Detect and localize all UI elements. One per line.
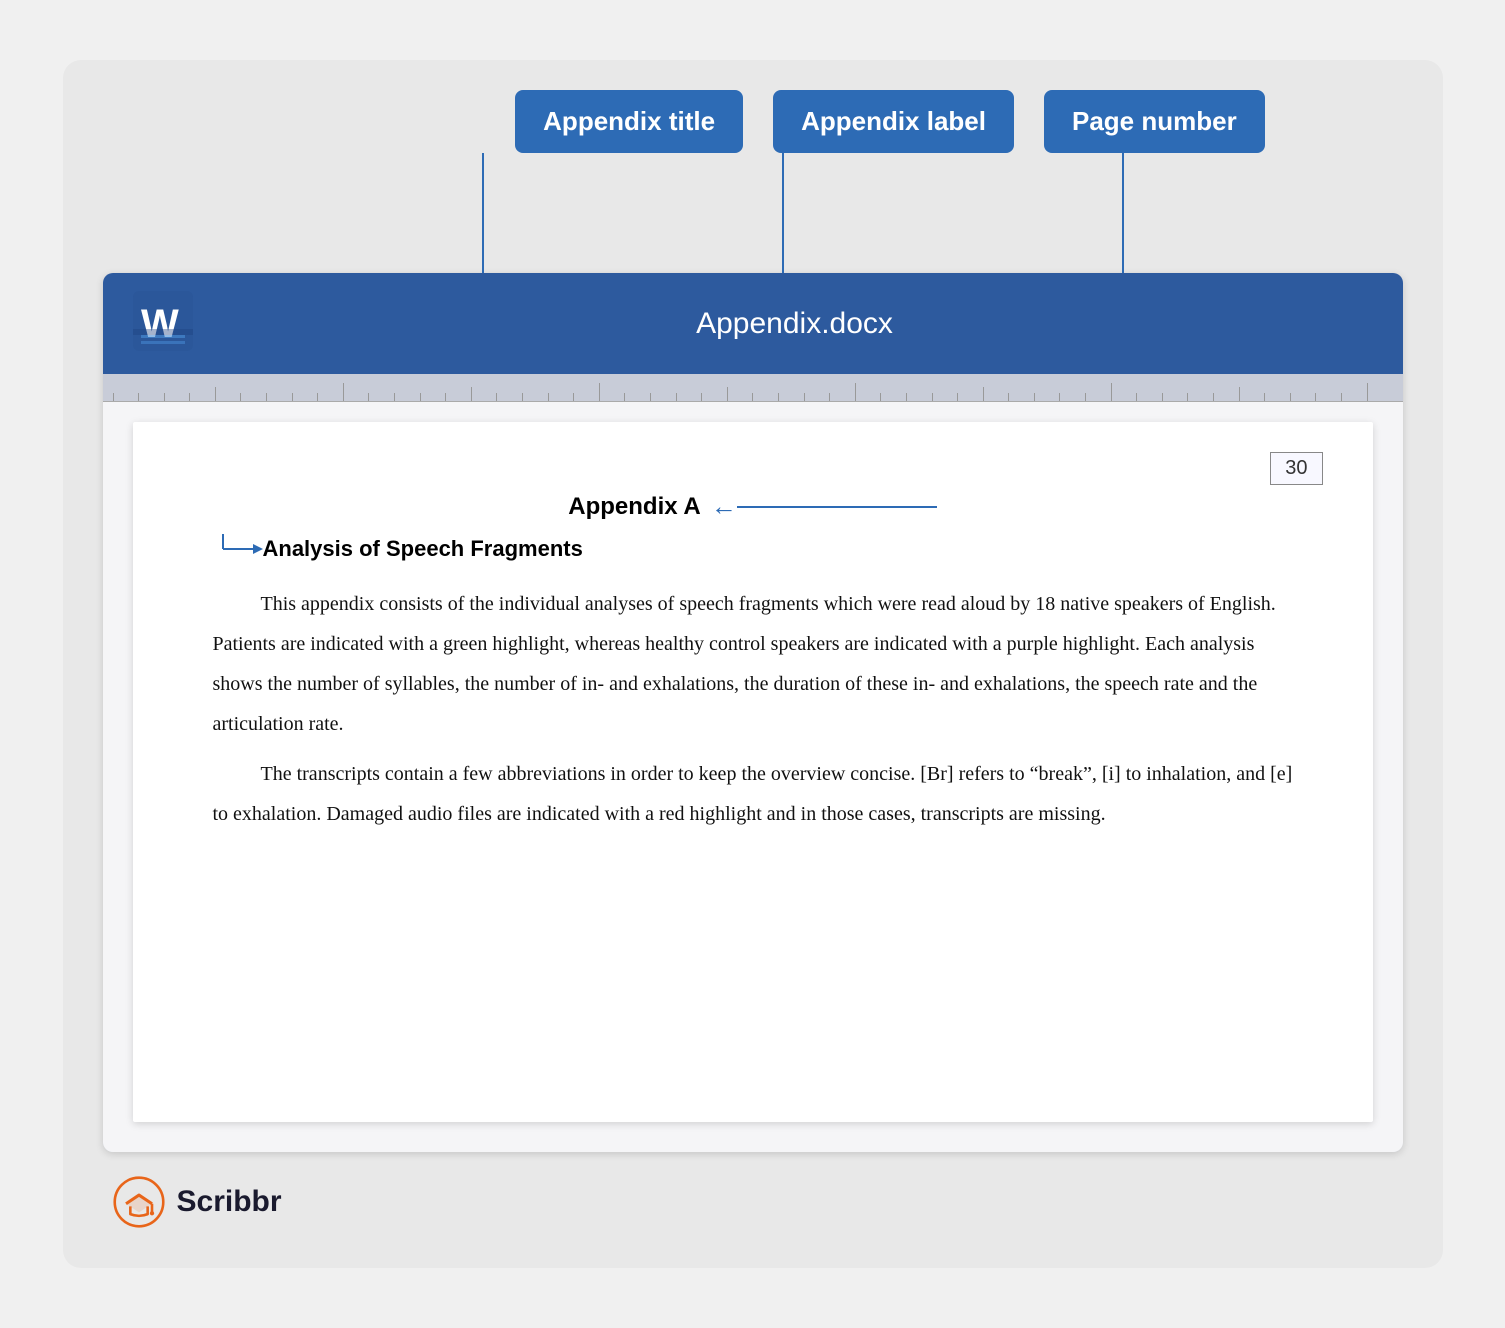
scribbr-logo-icon bbox=[113, 1176, 165, 1228]
word-document-window: W Appendix.docx bbox=[103, 273, 1403, 1152]
paragraph-2: The transcripts contain a few abbreviati… bbox=[213, 754, 1293, 834]
appendix-label-arrow-icon: ← bbox=[711, 492, 737, 522]
appendix-title-connector-arrow bbox=[213, 534, 263, 564]
word-titlebar: W Appendix.docx bbox=[103, 273, 1403, 374]
appendix-title-tooltip: Appendix title bbox=[515, 90, 743, 153]
scribbr-brand-name: Scribbr bbox=[177, 1185, 282, 1219]
word-icon: W bbox=[133, 291, 193, 356]
ruler bbox=[103, 374, 1403, 402]
appendix-label-connector bbox=[737, 497, 937, 517]
appendix-label-tooltip: Appendix label bbox=[773, 90, 1014, 153]
page-number-tooltip: Page number bbox=[1044, 90, 1265, 153]
document-filename: Appendix.docx bbox=[217, 307, 1373, 341]
appendix-subheading: Analysis of Speech Fragments bbox=[263, 536, 583, 562]
document-body: 30 Appendix A ← bbox=[103, 402, 1403, 1152]
svg-text:W: W bbox=[141, 302, 179, 346]
scribbr-footer: Scribbr bbox=[103, 1176, 1403, 1228]
paragraph-1: This appendix consists of the individual… bbox=[213, 584, 1293, 744]
doc-page: 30 Appendix A ← bbox=[133, 422, 1373, 1122]
connector-lines bbox=[103, 153, 1403, 273]
appendix-heading: Appendix A bbox=[568, 493, 700, 521]
page-number-box: 30 bbox=[1270, 452, 1322, 485]
